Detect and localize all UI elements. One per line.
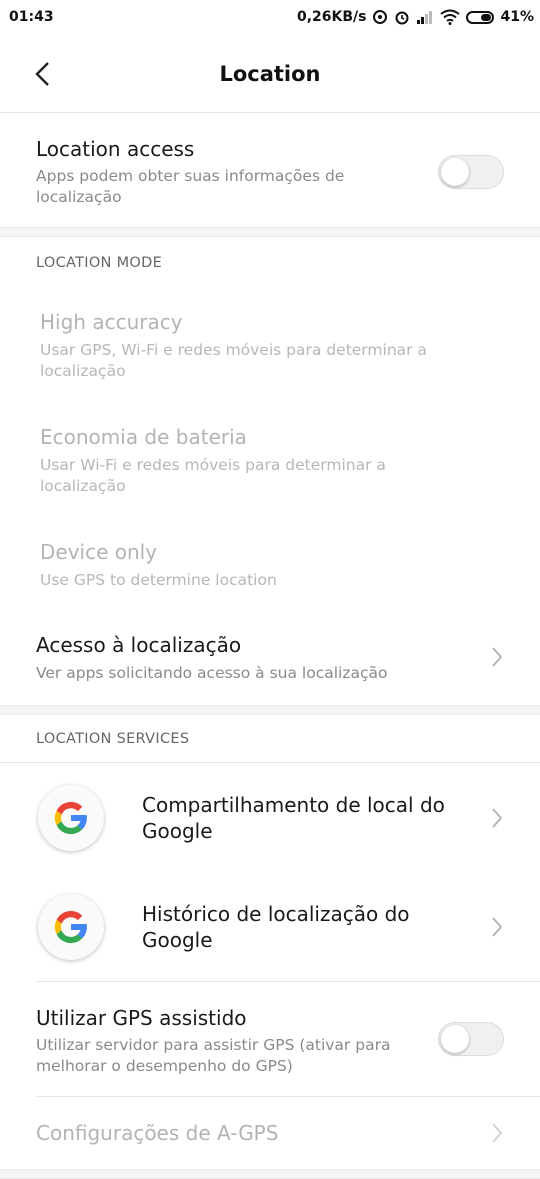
agps-settings-title: Configurações de A-GPS	[36, 1121, 279, 1145]
status-bar: 01:43 0,26KB/s 41%	[0, 0, 540, 36]
app-header: Location	[0, 36, 540, 113]
battery-icon	[466, 10, 495, 24]
assisted-gps-subtitle: Utilizar servidor para assistir GPS (ati…	[36, 1036, 391, 1075]
section-gap	[0, 227, 540, 237]
location-access-toggle[interactable]	[438, 155, 504, 189]
signal-icon	[417, 11, 433, 24]
toggle-knob	[441, 158, 469, 186]
location-access-subtitle: Apps podem obter suas informações de loc…	[36, 167, 345, 206]
location-access-title: Location access	[36, 137, 195, 161]
location-requests-row[interactable]: Acesso à localização Ver apps solicitand…	[0, 615, 540, 705]
location-mode-label: LOCATION MODE	[36, 255, 163, 271]
hotspot-icon	[373, 10, 388, 24]
status-time: 01:43	[9, 9, 54, 25]
google-icon	[38, 894, 104, 960]
mode-option-high-accuracy[interactable]: High accuracy Usar GPS, Wi-Fi e redes mó…	[0, 295, 540, 405]
mode-option-title: Economia de bateria	[40, 425, 247, 449]
assisted-gps-title: Utilizar GPS assistido	[36, 1006, 247, 1030]
mode-option-subtitle: Usar Wi-Fi e redes móveis para determina…	[40, 456, 386, 495]
google-location-history-row[interactable]: Histórico de localização do Google	[0, 873, 540, 981]
mode-option-subtitle: Usar GPS, Wi-Fi e redes móveis para dete…	[40, 341, 427, 380]
chevron-right-icon	[492, 1123, 503, 1143]
service-title: Compartilhamento de local do Google	[142, 793, 445, 843]
wifi-icon	[440, 9, 461, 25]
chevron-right-icon	[492, 808, 503, 828]
toggle-knob	[441, 1025, 469, 1053]
location-requests-subtitle: Ver apps solicitando acesso à sua locali…	[36, 664, 388, 682]
google-location-sharing-row[interactable]: Compartilhamento de local do Google	[0, 763, 540, 873]
service-title: Histórico de localização do Google	[142, 902, 410, 952]
mode-option-title: High accuracy	[40, 310, 183, 334]
google-icon	[38, 785, 104, 851]
assisted-gps-toggle[interactable]	[438, 1022, 504, 1056]
agps-settings-row[interactable]: Configurações de A-GPS	[0, 1097, 540, 1169]
mode-option-title: Device only	[40, 540, 158, 564]
section-gap	[0, 1169, 540, 1179]
location-requests-title: Acesso à localização	[36, 633, 242, 657]
mode-option-battery-saving[interactable]: Economia de bateria Usar Wi-Fi e redes m…	[0, 410, 540, 520]
chevron-right-icon	[492, 917, 503, 937]
chevron-right-icon	[492, 647, 503, 667]
assisted-gps-row[interactable]: Utilizar GPS assistido Utilizar servidor…	[0, 982, 540, 1096]
alarm-icon	[395, 11, 409, 25]
location-access-row[interactable]: Location access Apps podem obter suas in…	[0, 113, 540, 227]
section-gap	[0, 705, 540, 715]
network-speed: 0,26KB/s	[296, 9, 367, 25]
mode-option-device-only[interactable]: Device only Use GPS to determine locatio…	[0, 525, 540, 605]
status-icons: 0,26KB/s 41%	[297, 9, 534, 25]
location-services-label: LOCATION SERVICES	[36, 731, 190, 747]
page-title: Location	[219, 62, 321, 86]
mode-option-subtitle: Use GPS to determine location	[40, 571, 277, 589]
battery-level: 41%	[500, 9, 534, 25]
